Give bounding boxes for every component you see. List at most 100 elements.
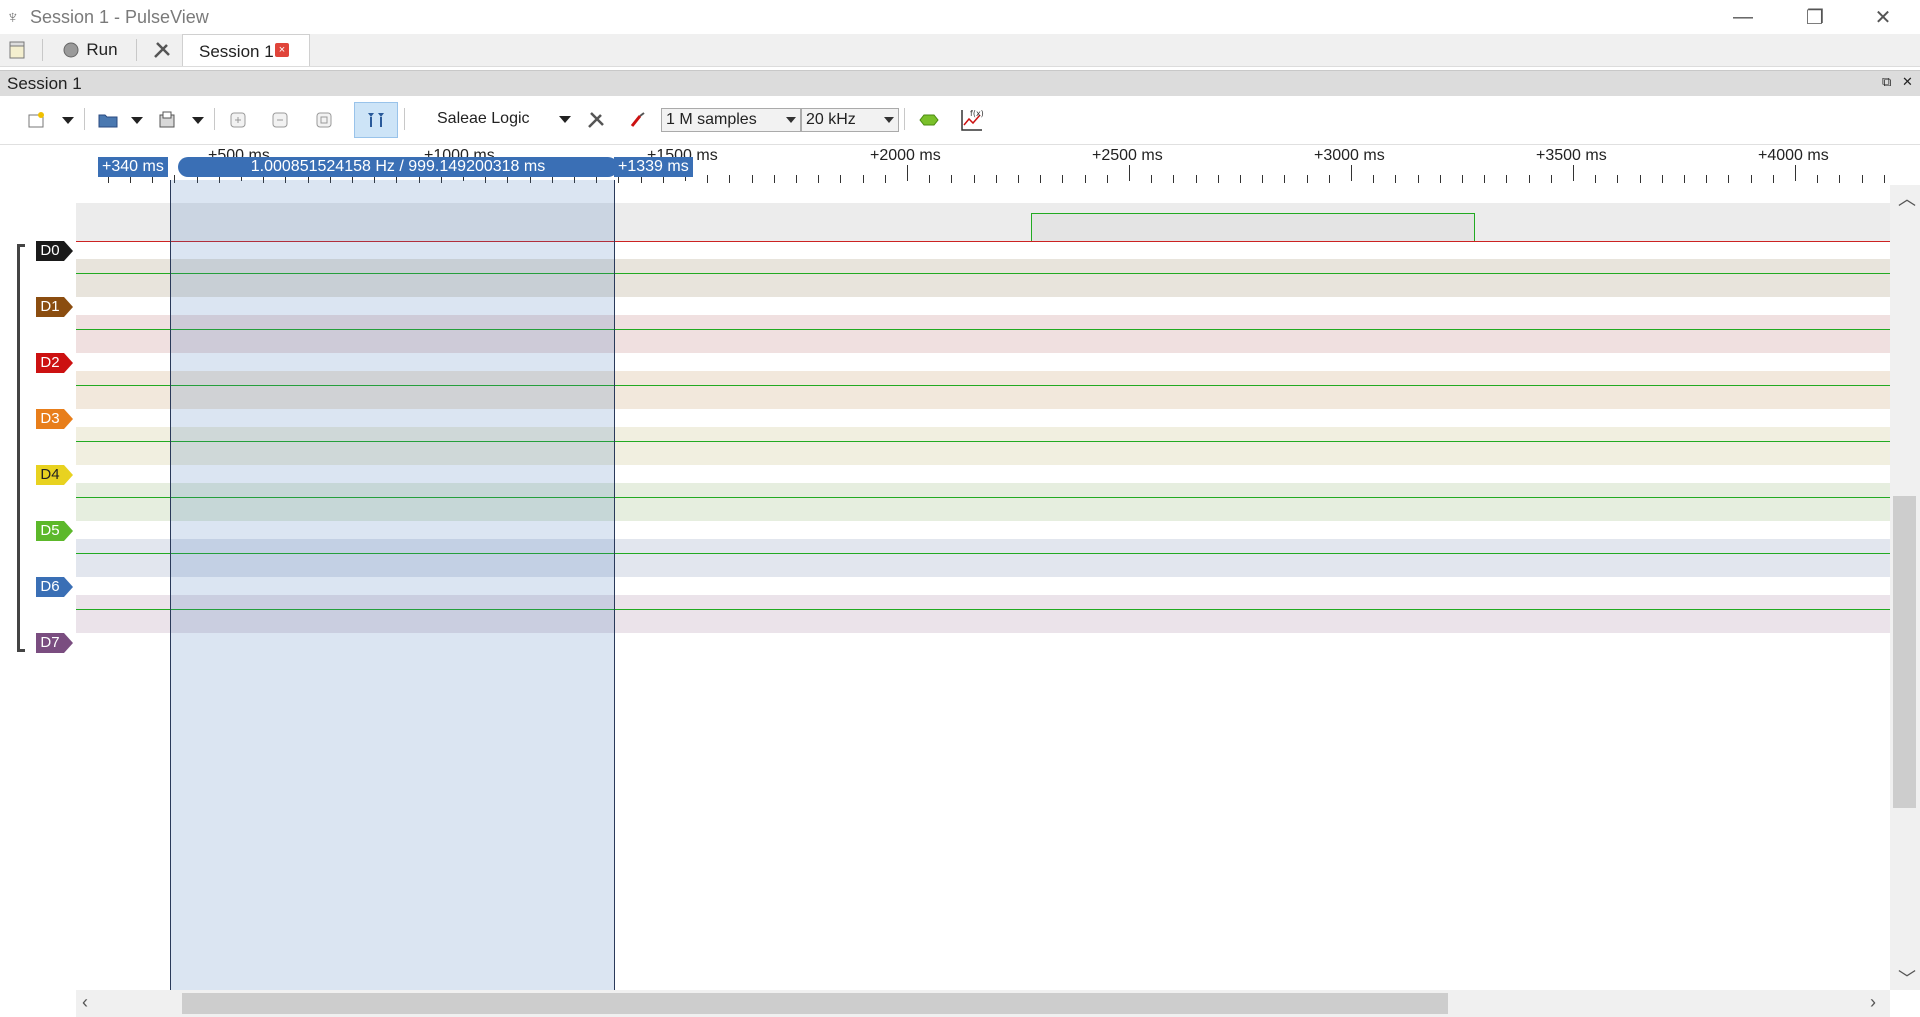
folder-icon <box>98 114 118 128</box>
ruler-minor-tick <box>1195 175 1197 183</box>
new-document-button[interactable] <box>6 39 28 61</box>
tab-session-1[interactable]: Session 1 × <box>182 34 310 66</box>
horizontal-scroll-thumb[interactable] <box>182 993 1448 1014</box>
scroll-down-icon[interactable]: ﹀ <box>1898 965 1916 991</box>
math-signal-icon: f(x) <box>961 109 984 131</box>
ruler-minor-tick <box>1240 175 1241 183</box>
device-dropdown-arrow[interactable] <box>559 116 571 123</box>
ruler-minor-tick <box>1417 175 1419 183</box>
open-dropdown-arrow[interactable] <box>131 117 143 124</box>
dock-close-icon[interactable]: ✕ <box>1902 74 1913 90</box>
scroll-right-icon[interactable]: › <box>1870 992 1876 1013</box>
ruler-minor-tick <box>1617 175 1619 183</box>
new-session-button[interactable] <box>24 108 48 132</box>
zoom-fit-button[interactable] <box>312 108 336 132</box>
cursor-selection-region[interactable] <box>170 180 615 990</box>
ruler-minor-tick <box>773 175 775 183</box>
cursor-right-flag[interactable]: +1339 ms <box>614 157 693 177</box>
ruler-minor-tick <box>1217 175 1219 183</box>
cursor-measure-pill[interactable]: 1.000851524158 Hz / 999.149200318 ms <box>178 157 618 177</box>
svg-text:f(x): f(x) <box>970 109 984 118</box>
channel-label-d7[interactable]: D7 <box>36 633 73 653</box>
ruler-minor-tick <box>951 175 953 183</box>
ruler-minor-tick <box>1306 175 1308 183</box>
ruler-label: +4000 ms <box>1758 147 1829 164</box>
scroll-left-icon[interactable]: ‹ <box>82 992 88 1013</box>
ruler-label: +3000 ms <box>1314 147 1385 164</box>
separator <box>404 108 405 130</box>
samples-dropdown-arrow <box>786 117 796 123</box>
ruler-minor-tick <box>1262 175 1264 183</box>
samplerate-dropdown-arrow <box>884 117 894 123</box>
channel-label-d2[interactable]: D2 <box>36 353 73 373</box>
cursor-toggle-button[interactable] <box>354 102 398 138</box>
samples-combo[interactable]: 1 M samples <box>661 108 801 132</box>
channel-label-d3[interactable]: D3 <box>36 409 73 429</box>
tools-icon <box>588 112 604 128</box>
zoom-in-button[interactable] <box>226 108 250 132</box>
decoder-icon <box>919 114 939 126</box>
probe-config-button[interactable] <box>626 108 650 132</box>
add-decoder-button[interactable] <box>916 108 942 132</box>
channel-label-d4[interactable]: D4 <box>36 465 73 485</box>
ruler-minor-tick <box>1706 175 1708 183</box>
samplerate-combo[interactable]: 20 kHz <box>801 108 899 132</box>
settings-button[interactable] <box>150 39 174 61</box>
run-circle-icon <box>63 42 79 58</box>
ruler-minor-tick <box>884 175 886 183</box>
zoom-in-icon <box>230 112 246 128</box>
tools-icon <box>154 42 170 58</box>
ruler-minor-tick <box>1506 175 1508 183</box>
device-selector[interactable]: Saleae Logic <box>437 110 530 128</box>
close-button[interactable]: ✕ <box>1852 0 1914 34</box>
channel-group-bracket <box>17 244 25 652</box>
dock-float-icon[interactable]: ⧉ <box>1882 74 1891 90</box>
ruler-minor-tick <box>818 175 820 183</box>
ruler-minor-tick <box>1595 175 1597 183</box>
minimize-button[interactable]: — <box>1712 0 1774 34</box>
vertical-scroll-thumb[interactable] <box>1893 496 1916 808</box>
separator <box>42 39 43 61</box>
channel-label-d5[interactable]: D5 <box>36 521 73 541</box>
title-bar: ♆ Session 1 - PulseView — ❐ ✕ <box>0 0 1920 34</box>
ruler-minor-tick <box>1661 175 1663 183</box>
ruler-minor-tick <box>862 175 864 183</box>
run-button[interactable]: Run <box>60 39 120 61</box>
channel-label-d1[interactable]: D1 <box>36 297 73 317</box>
save-dropdown-arrow[interactable] <box>192 117 204 124</box>
ruler-minor-tick <box>929 175 931 183</box>
ruler-minor-tick <box>1839 175 1841 183</box>
samplerate-value: 20 kHz <box>806 111 856 128</box>
ruler-minor-tick <box>1883 175 1885 183</box>
ruler-minor-tick <box>1750 175 1752 183</box>
scroll-up-icon[interactable]: ︿ <box>1898 185 1916 211</box>
restore-button[interactable]: ❐ <box>1784 0 1846 34</box>
ruler-minor-tick <box>1728 175 1730 183</box>
cursor-left-flag[interactable]: +340 ms <box>98 157 168 177</box>
ruler-minor-tick <box>1373 175 1375 183</box>
ruler-minor-tick <box>796 175 797 183</box>
open-button[interactable] <box>96 108 120 132</box>
zoom-out-button[interactable] <box>268 108 292 132</box>
channel-label-d6[interactable]: D6 <box>36 577 73 597</box>
ruler-minor-tick <box>1550 175 1552 183</box>
time-ruler[interactable]: +500 ms +1000 ms +1500 ms +2000 ms +2500… <box>76 145 1890 185</box>
ruler-minor-tick <box>995 175 997 183</box>
new-dropdown-arrow[interactable] <box>62 117 74 124</box>
device-config-button[interactable] <box>584 108 608 132</box>
ruler-minor-tick <box>729 175 731 183</box>
signal-high-pulse <box>1031 213 1476 241</box>
save-button[interactable] <box>156 108 180 132</box>
tab-close-icon[interactable]: × <box>275 43 289 57</box>
channel-label-d0[interactable]: D0 <box>36 241 73 261</box>
ruler-minor-tick <box>1484 175 1486 183</box>
ruler-minor-tick <box>1684 175 1685 183</box>
cursor-icon <box>368 113 384 127</box>
dock-title: Session 1 <box>7 74 82 93</box>
separator <box>214 108 215 130</box>
ruler-minor-tick <box>1106 175 1108 183</box>
ruler-minor-tick <box>1284 175 1286 183</box>
ruler-minor-tick <box>1018 175 1019 183</box>
ruler-label: +2500 ms <box>1092 147 1163 164</box>
add-math-button[interactable]: f(x) <box>958 106 986 134</box>
